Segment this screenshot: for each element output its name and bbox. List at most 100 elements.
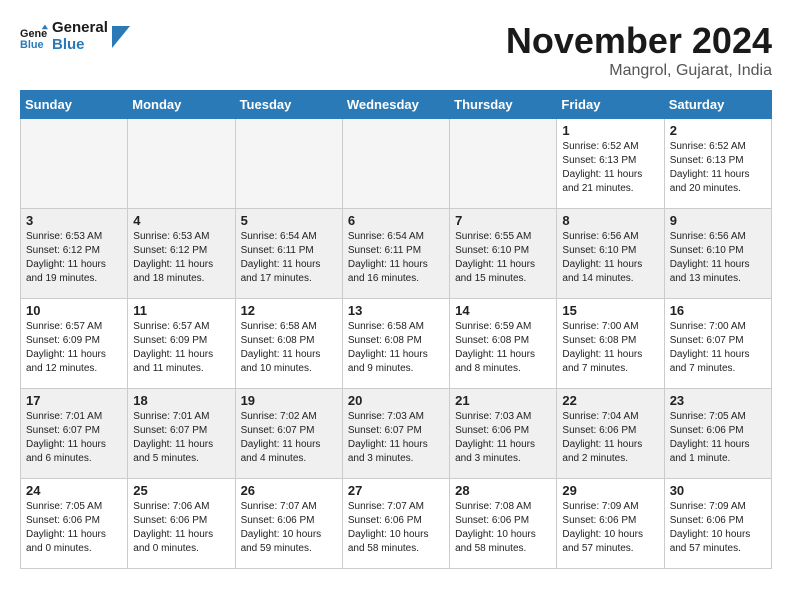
calendar-cell: 30 Sunrise: 7:09 AMSunset: 6:06 PMDayligh… — [664, 479, 771, 569]
calendar-cell: 21Sunrise: 7:03 AMSunset: 6:06 PMDayligh… — [450, 389, 557, 479]
calendar-cell: 7 Sunrise: 6:55 AMSunset: 6:10 PMDaylight… — [450, 209, 557, 299]
day-number: 18 — [133, 393, 229, 408]
day-number: 12 — [241, 303, 337, 318]
day-info: Sunrise: 7:00 AMSunset: 6:07 PMDaylight:… — [670, 320, 766, 376]
calendar-cell: 14 Sunrise: 6:59 AMSunset: 6:08 PMDayligh… — [450, 299, 557, 389]
day-info: Sunrise: 6:59 AMSunset: 6:08 PMDaylight:… — [455, 320, 551, 376]
calendar-cell: 17 Sunrise: 7:01 AMSunset: 6:07 PMDayligh… — [21, 389, 128, 479]
calendar-cell — [128, 119, 235, 209]
calendar-cell: 16 Sunrise: 7:00 AMSunset: 6:07 PMDayligh… — [664, 299, 771, 389]
page-header: General Blue General Blue November 2024 … — [20, 20, 772, 80]
calendar-cell: 18 Sunrise: 7:01 AMSunset: 6:07 PMDayligh… — [128, 389, 235, 479]
calendar-cell: 9 Sunrise: 6:56 AMSunset: 6:10 PMDaylight… — [664, 209, 771, 299]
day-info: Sunrise: 7:08 AMSunset: 6:06 PMDaylight:… — [455, 500, 551, 556]
day-info: Sunrise: 6:57 AMSunset: 6:09 PMDaylight:… — [133, 320, 229, 376]
day-info: Sunrise: 6:53 AMSunset: 6:12 PMDaylight:… — [133, 230, 229, 286]
calendar-cell: 4 Sunrise: 6:53 AMSunset: 6:12 PMDaylight… — [128, 209, 235, 299]
day-number: 4 — [133, 213, 229, 228]
day-header-friday: Friday — [557, 91, 664, 119]
day-number: 6 — [348, 213, 444, 228]
calendar-cell: 8 Sunrise: 6:56 AMSunset: 6:10 PMDaylight… — [557, 209, 664, 299]
day-info: Sunrise: 6:57 AMSunset: 6:09 PMDaylight:… — [26, 320, 122, 376]
day-number: 21 — [455, 393, 551, 408]
calendar-week-2: 3 Sunrise: 6:53 AMSunset: 6:12 PMDaylight… — [21, 209, 772, 299]
day-info: Sunrise: 6:58 AMSunset: 6:08 PMDaylight:… — [348, 320, 444, 376]
day-info: Sunrise: 7:05 AMSunset: 6:06 PMDaylight:… — [26, 500, 122, 556]
day-number: 8 — [562, 213, 658, 228]
day-info: Sunrise: 7:06 AMSunset: 6:06 PMDaylight:… — [133, 500, 229, 556]
logo-general: General — [52, 20, 108, 37]
calendar-cell — [342, 119, 449, 209]
day-number: 2 — [670, 123, 766, 138]
svg-text:Blue: Blue — [20, 38, 44, 50]
day-number: 29 — [562, 483, 658, 498]
day-number: 30 — [670, 483, 766, 498]
calendar-cell: 25Sunrise: 7:06 AMSunset: 6:06 PMDayligh… — [128, 479, 235, 569]
day-number: 1 — [562, 123, 658, 138]
day-header-wednesday: Wednesday — [342, 91, 449, 119]
calendar-table: SundayMondayTuesdayWednesdayThursdayFrid… — [20, 90, 772, 569]
day-header-tuesday: Tuesday — [235, 91, 342, 119]
day-info: Sunrise: 7:07 AMSunset: 6:06 PMDaylight:… — [348, 500, 444, 556]
day-number: 7 — [455, 213, 551, 228]
day-number: 3 — [26, 213, 122, 228]
day-number: 22 — [562, 393, 658, 408]
calendar-cell: 1Sunrise: 6:52 AMSunset: 6:13 PMDaylight… — [557, 119, 664, 209]
day-info: Sunrise: 6:58 AMSunset: 6:08 PMDaylight:… — [241, 320, 337, 376]
calendar-cell: 13 Sunrise: 6:58 AMSunset: 6:08 PMDayligh… — [342, 299, 449, 389]
day-info: Sunrise: 7:04 AMSunset: 6:06 PMDaylight:… — [562, 410, 658, 466]
calendar-cell: 5Sunrise: 6:54 AMSunset: 6:11 PMDaylight… — [235, 209, 342, 299]
day-number: 24 — [26, 483, 122, 498]
day-info: Sunrise: 7:01 AMSunset: 6:07 PMDaylight:… — [26, 410, 122, 466]
day-number: 11 — [133, 303, 229, 318]
day-number: 26 — [241, 483, 337, 498]
day-info: Sunrise: 7:03 AMSunset: 6:07 PMDaylight:… — [348, 410, 444, 466]
calendar-cell: 19 Sunrise: 7:02 AMSunset: 6:07 PMDayligh… — [235, 389, 342, 479]
day-number: 19 — [241, 393, 337, 408]
calendar-cell: 15Sunrise: 7:00 AMSunset: 6:08 PMDayligh… — [557, 299, 664, 389]
calendar-week-4: 17 Sunrise: 7:01 AMSunset: 6:07 PMDayligh… — [21, 389, 772, 479]
day-info: Sunrise: 6:56 AMSunset: 6:10 PMDaylight:… — [562, 230, 658, 286]
day-number: 9 — [670, 213, 766, 228]
day-info: Sunrise: 7:01 AMSunset: 6:07 PMDaylight:… — [133, 410, 229, 466]
day-info: Sunrise: 7:09 AMSunset: 6:06 PMDaylight:… — [670, 500, 766, 556]
day-number: 16 — [670, 303, 766, 318]
calendar-week-5: 24 Sunrise: 7:05 AMSunset: 6:06 PMDayligh… — [21, 479, 772, 569]
day-number: 13 — [348, 303, 444, 318]
calendar-cell: 26Sunrise: 7:07 AMSunset: 6:06 PMDayligh… — [235, 479, 342, 569]
day-info: Sunrise: 7:02 AMSunset: 6:07 PMDaylight:… — [241, 410, 337, 466]
day-info: Sunrise: 7:09 AMSunset: 6:06 PMDaylight:… — [562, 500, 658, 556]
calendar-cell: 28Sunrise: 7:08 AMSunset: 6:06 PMDayligh… — [450, 479, 557, 569]
title-block: November 2024 Mangrol, Gujarat, India — [506, 20, 772, 80]
day-number: 17 — [26, 393, 122, 408]
day-info: Sunrise: 6:53 AMSunset: 6:12 PMDaylight:… — [26, 230, 122, 286]
day-info: Sunrise: 6:56 AMSunset: 6:10 PMDaylight:… — [670, 230, 766, 286]
calendar-cell: 20 Sunrise: 7:03 AMSunset: 6:07 PMDayligh… — [342, 389, 449, 479]
location: Mangrol, Gujarat, India — [506, 62, 772, 80]
day-info: Sunrise: 6:55 AMSunset: 6:10 PMDaylight:… — [455, 230, 551, 286]
logo: General Blue General Blue — [20, 20, 130, 53]
logo-blue: Blue — [52, 37, 108, 54]
calendar-cell: 24 Sunrise: 7:05 AMSunset: 6:06 PMDayligh… — [21, 479, 128, 569]
day-info: Sunrise: 6:54 AMSunset: 6:11 PMDaylight:… — [348, 230, 444, 286]
calendar-cell: 2Sunrise: 6:52 AMSunset: 6:13 PMDaylight… — [664, 119, 771, 209]
day-number: 23 — [670, 393, 766, 408]
calendar-cell: 6 Sunrise: 6:54 AMSunset: 6:11 PMDaylight… — [342, 209, 449, 299]
logo-icon: General Blue — [20, 23, 48, 51]
day-number: 14 — [455, 303, 551, 318]
day-header-monday: Monday — [128, 91, 235, 119]
calendar-cell: 12 Sunrise: 6:58 AMSunset: 6:08 PMDayligh… — [235, 299, 342, 389]
day-header-saturday: Saturday — [664, 91, 771, 119]
calendar-cell: 23Sunrise: 7:05 AMSunset: 6:06 PMDayligh… — [664, 389, 771, 479]
calendar-cell: 10Sunrise: 6:57 AMSunset: 6:09 PMDayligh… — [21, 299, 128, 389]
day-number: 27 — [348, 483, 444, 498]
day-header-thursday: Thursday — [450, 91, 557, 119]
month-title: November 2024 — [506, 20, 772, 62]
calendar-cell: 22 Sunrise: 7:04 AMSunset: 6:06 PMDayligh… — [557, 389, 664, 479]
logo-triangle-icon — [112, 26, 130, 48]
calendar-cell: 27 Sunrise: 7:07 AMSunset: 6:06 PMDayligh… — [342, 479, 449, 569]
calendar-cell — [235, 119, 342, 209]
calendar-header-row: SundayMondayTuesdayWednesdayThursdayFrid… — [21, 91, 772, 119]
day-number: 20 — [348, 393, 444, 408]
calendar-week-3: 10Sunrise: 6:57 AMSunset: 6:09 PMDayligh… — [21, 299, 772, 389]
